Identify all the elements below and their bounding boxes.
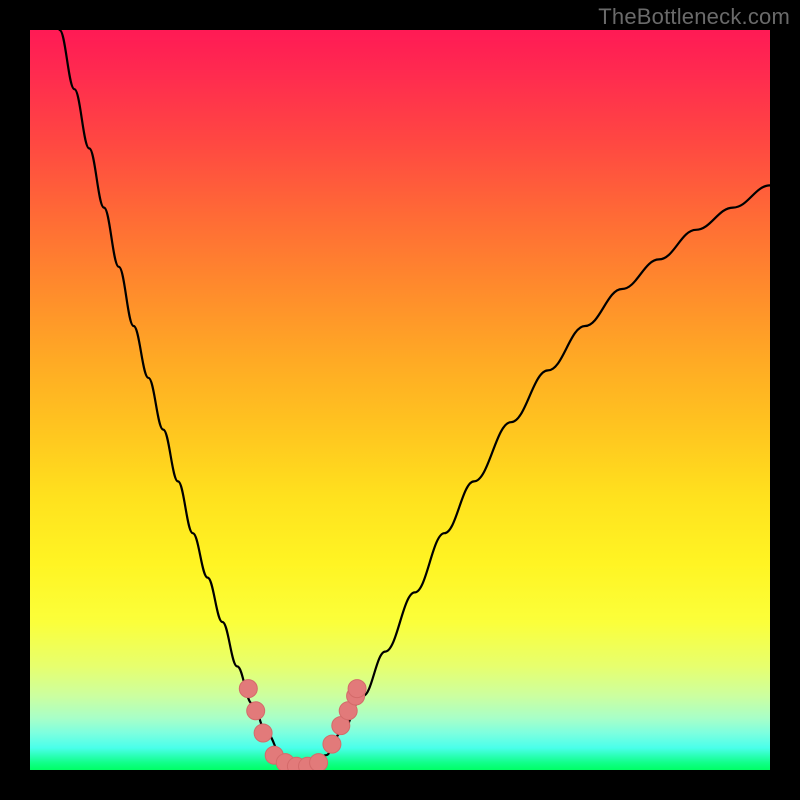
marker-group (239, 680, 366, 770)
data-marker (254, 724, 272, 742)
plot-area (30, 30, 770, 770)
outer-frame: TheBottleneck.com (0, 0, 800, 800)
data-marker (310, 754, 328, 770)
attribution-text: TheBottleneck.com (598, 4, 790, 30)
data-marker (239, 680, 257, 698)
plot-svg (30, 30, 770, 770)
data-marker (247, 702, 265, 720)
data-marker (323, 735, 341, 753)
bottleneck-curve (60, 30, 770, 766)
data-marker (348, 680, 366, 698)
